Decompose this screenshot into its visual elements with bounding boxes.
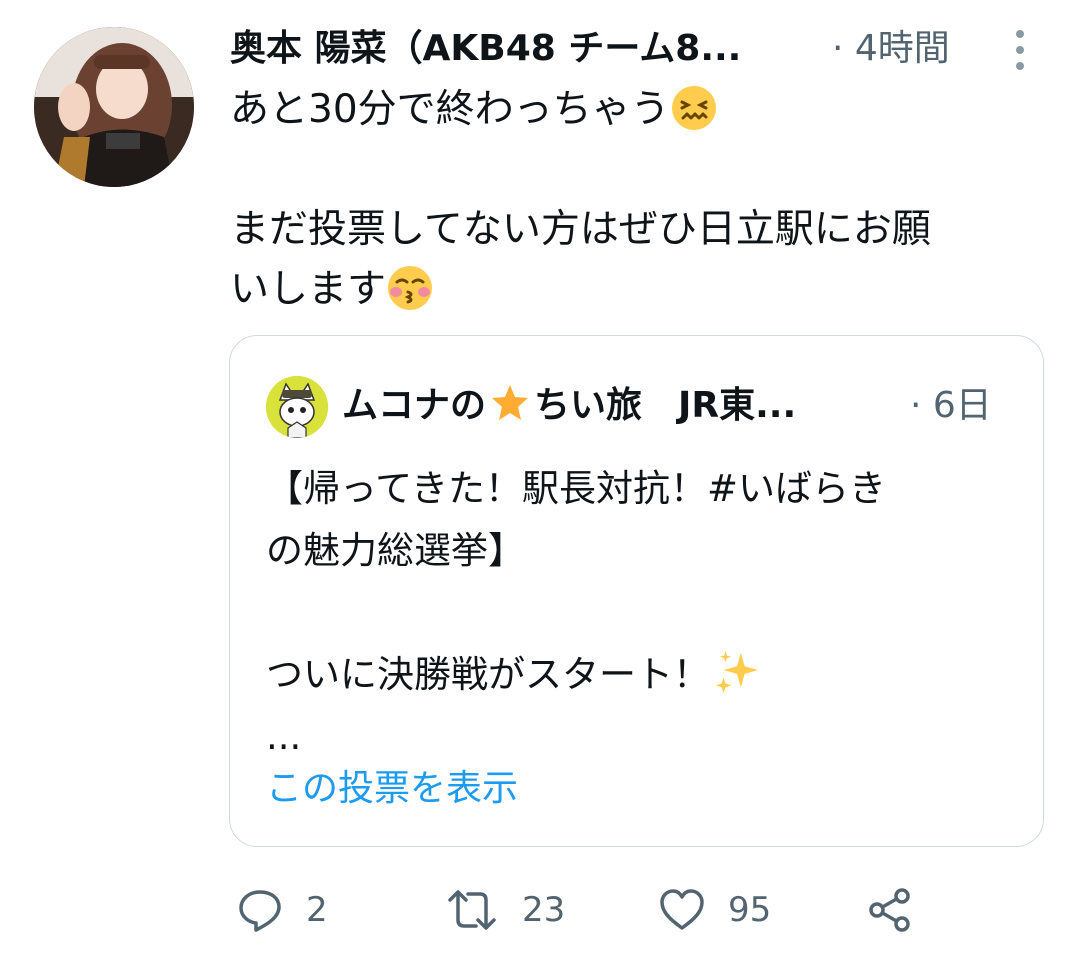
quoted-tweet-card[interactable]: ムコナの ちい旅 JR東... · 6日 【帰ってきた！駅長対抗！#いばらき の魅… (229, 335, 1044, 847)
reply-count: 2 (306, 890, 328, 930)
author-avatar[interactable] (34, 27, 194, 187)
quoted-line-4: ... (266, 715, 302, 758)
star-icon (492, 385, 529, 420)
quoted-author-name-part-2: ちい旅 JR東... (534, 385, 797, 426)
sparkles-icon (715, 650, 759, 694)
more-options-button[interactable] (1008, 28, 1032, 72)
retweet-count: 23 (522, 890, 566, 930)
tweet-action-bar: 2 23 95 (0, 870, 1070, 950)
retweet-button[interactable]: 23 (444, 880, 565, 940)
quoted-line-3: ついに決勝戦がスタート！ (266, 653, 710, 696)
quoted-line-1: 【帰ってきた！駅長対抗！#いばらき (266, 467, 887, 510)
tweet-line-2: まだ投票してない方はぜひ日立駅にお願 (230, 207, 931, 252)
view-poll-link[interactable]: この投票を表示 (266, 764, 518, 814)
quoted-tweet-text: 【帰ってきた！駅長対抗！#いばらき の魅力総選挙】 ついに決勝戦がスタート！ .… (266, 458, 1006, 768)
avatar-image (34, 27, 194, 187)
reply-button[interactable]: 2 (236, 880, 328, 940)
tweet-text: あと30分で終わっちゃう まだ投票してない方はぜひ日立駅にお願 いします (230, 80, 1030, 320)
tweet-line-3: いします (230, 267, 387, 312)
reply-icon (239, 890, 281, 932)
more-vertical-icon (1016, 30, 1024, 70)
mascot-avatar-image (266, 376, 328, 438)
like-button[interactable]: 95 (658, 880, 771, 940)
tweet-line-1: あと30分で終わっちゃう (230, 87, 670, 132)
quoted-line-2: の魅力総選挙】 (266, 529, 525, 572)
quoted-author-name-part-1: ムコナの (342, 385, 487, 426)
quoted-author-name[interactable]: ムコナの ちい旅 JR東... (342, 378, 862, 434)
share-button[interactable] (866, 880, 914, 940)
author-name[interactable]: 奥本 陽菜（AKB48 チーム8... (230, 24, 810, 74)
like-count: 95 (728, 890, 772, 930)
tweet-timestamp[interactable]: · 4時間 (832, 24, 950, 74)
quoted-tweet-timestamp[interactable]: · 6日 (910, 378, 992, 434)
kissing-face-emoji (388, 265, 433, 310)
quoted-author-avatar[interactable] (266, 376, 328, 438)
share-icon (869, 888, 910, 932)
retweet-icon (448, 890, 496, 930)
heart-icon (660, 889, 704, 930)
confounded-face-emoji (671, 85, 716, 130)
